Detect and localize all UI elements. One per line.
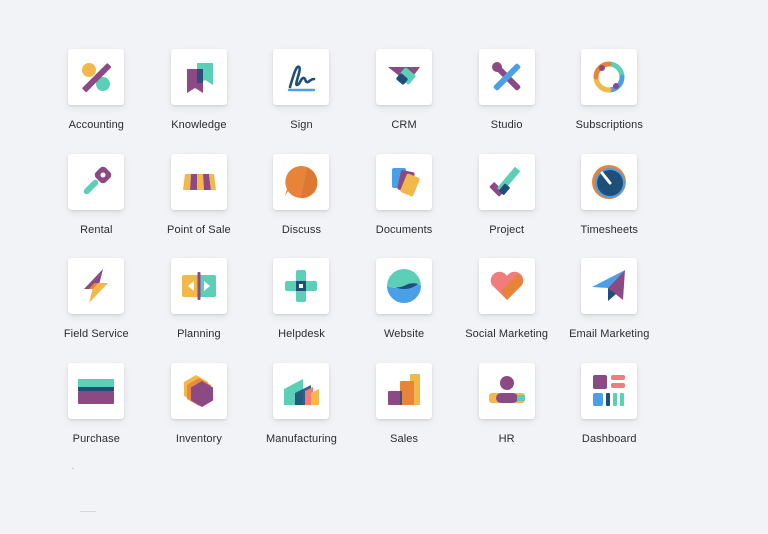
app-tile[interactable]: [68, 153, 125, 210]
app-tile[interactable]: [478, 258, 535, 314]
planning-icon: [181, 272, 216, 300]
app-dashboard[interactable]: Dashboard: [558, 362, 661, 468]
app-label[interactable]: Dashboard: [582, 433, 637, 445]
sign-icon: [288, 65, 316, 92]
app-tile[interactable]: [478, 153, 535, 210]
accounting-icon: [82, 63, 112, 93]
app-label[interactable]: Discuss: [282, 224, 321, 236]
app-tile[interactable]: [273, 258, 330, 314]
purchase-icon: [78, 378, 115, 404]
app-label[interactable]: HR: [499, 433, 515, 445]
app-discuss[interactable]: Discuss: [250, 153, 353, 259]
studio-icon: [491, 62, 520, 91]
app-label[interactable]: Sales: [390, 433, 418, 445]
app-grid: Accounting Knowledge Sign CRM Studio Sub…: [45, 49, 661, 467]
hr-icon: [488, 375, 525, 403]
app-label[interactable]: Planning: [177, 328, 221, 340]
app-tile[interactable]: [478, 49, 535, 105]
subscriptions-icon: [593, 61, 625, 93]
helpdesk-icon: [285, 270, 318, 302]
app-label[interactable]: Studio: [491, 119, 523, 131]
app-label[interactable]: Subscriptions: [576, 119, 643, 131]
app-label[interactable]: Documents: [376, 224, 433, 236]
discuss-icon: [285, 165, 318, 198]
app-label[interactable]: Website: [384, 328, 424, 340]
app-tile[interactable]: [376, 258, 433, 314]
app-tile[interactable]: [170, 362, 227, 419]
timesheets-icon: [592, 164, 627, 199]
app-label[interactable]: Point of Sale: [167, 224, 231, 236]
app-tile[interactable]: [68, 49, 125, 105]
app-label[interactable]: Manufacturing: [266, 433, 337, 445]
sales-icon: [388, 373, 421, 405]
rental-icon: [84, 166, 112, 194]
app-helpdesk[interactable]: Helpdesk: [250, 258, 353, 363]
divider-dot: [72, 468, 74, 469]
app-label[interactable]: Inventory: [176, 433, 222, 445]
project-icon: [489, 166, 520, 196]
app-tile[interactable]: [581, 49, 638, 105]
manufacturing-icon: [284, 378, 320, 405]
app-subscriptions[interactable]: Subscriptions: [558, 49, 661, 154]
documents-icon: [392, 167, 420, 196]
app-documents[interactable]: Documents: [353, 153, 456, 259]
app-tile[interactable]: [376, 362, 433, 419]
app-label[interactable]: CRM: [391, 119, 416, 131]
app-tile[interactable]: [273, 153, 330, 210]
inventory-icon: [183, 374, 213, 407]
app-knowledge[interactable]: Knowledge: [148, 49, 251, 154]
app-tile[interactable]: [170, 258, 227, 314]
app-rental[interactable]: Rental: [45, 153, 148, 259]
social-marketing-icon: [490, 271, 523, 300]
app-tile[interactable]: [273, 49, 330, 105]
point-of-sale-icon: [182, 173, 216, 190]
app-planning[interactable]: Planning: [148, 258, 251, 363]
app-tile[interactable]: [581, 258, 638, 314]
app-label[interactable]: Field Service: [64, 328, 129, 340]
app-tile[interactable]: [581, 362, 638, 419]
knowledge-icon: [186, 63, 213, 93]
app-inventory[interactable]: Inventory: [148, 362, 251, 468]
dashboard-icon: [593, 374, 626, 406]
app-studio[interactable]: Studio: [455, 49, 558, 154]
app-tile[interactable]: [478, 362, 535, 419]
app-social-marketing[interactable]: Social Marketing: [455, 258, 558, 363]
app-tile[interactable]: [170, 49, 227, 105]
app-sign[interactable]: Sign: [250, 49, 353, 154]
app-label[interactable]: Helpdesk: [278, 328, 325, 340]
app-label[interactable]: Knowledge: [171, 119, 226, 131]
app-label[interactable]: Project: [489, 224, 524, 236]
app-purchase[interactable]: Purchase: [45, 362, 148, 468]
divider-line: [80, 511, 96, 512]
app-tile[interactable]: [68, 258, 125, 314]
app-tile[interactable]: [581, 153, 638, 210]
app-label[interactable]: Sign: [290, 119, 312, 131]
app-tile[interactable]: [376, 49, 433, 105]
app-field-service[interactable]: Field Service: [45, 258, 148, 363]
app-label[interactable]: Purchase: [73, 433, 120, 445]
app-tile[interactable]: [376, 153, 433, 210]
app-crm[interactable]: CRM: [353, 49, 456, 154]
app-accounting[interactable]: Accounting: [45, 49, 148, 154]
app-website[interactable]: Website: [353, 258, 456, 363]
app-label[interactable]: Rental: [80, 224, 112, 236]
app-tile[interactable]: [273, 362, 330, 419]
app-tile[interactable]: [170, 153, 227, 210]
app-sales[interactable]: Sales: [353, 362, 456, 468]
app-tile[interactable]: [68, 362, 125, 419]
app-hr[interactable]: HR: [455, 362, 558, 468]
field-service-icon: [84, 269, 109, 303]
app-label[interactable]: Social Marketing: [465, 328, 548, 340]
app-label[interactable]: Accounting: [69, 119, 124, 131]
app-project[interactable]: Project: [455, 153, 558, 259]
app-label[interactable]: Email Marketing: [569, 328, 649, 340]
app-email-marketing[interactable]: Email Marketing: [558, 258, 661, 363]
website-icon: [387, 269, 422, 303]
crm-icon: [388, 67, 421, 85]
app-label[interactable]: Timesheets: [581, 224, 638, 236]
app-point-of-sale[interactable]: Point of Sale: [148, 153, 251, 259]
app-timesheets[interactable]: Timesheets: [558, 153, 661, 259]
email-marketing-icon: [592, 270, 626, 301]
app-manufacturing[interactable]: Manufacturing: [250, 362, 353, 468]
